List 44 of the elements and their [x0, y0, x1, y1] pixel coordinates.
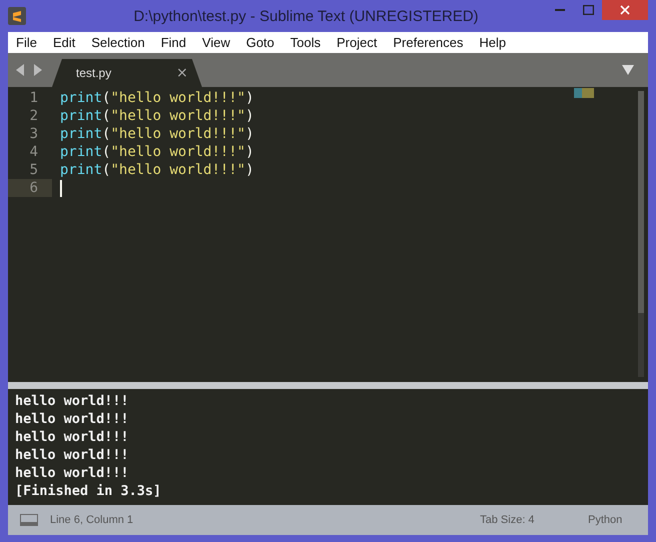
code-line: print("hello world!!!") [59, 143, 254, 161]
app-logo-icon [8, 7, 26, 25]
code-line: print("hello world!!!") [59, 125, 254, 143]
tab-close-button[interactable]: × [176, 65, 188, 81]
line-number: 3 [28, 125, 39, 143]
line-number: 5 [28, 161, 39, 179]
output-line: hello world!!! [15, 464, 130, 482]
menu-item[interactable]: Edit [44, 35, 84, 50]
scrollbar[interactable] [638, 91, 644, 377]
line-number: 4 [28, 143, 39, 161]
output-line: hello world!!! [15, 392, 130, 410]
output-line: hello world!!! [15, 410, 130, 428]
menu-item[interactable]: Selection [83, 35, 153, 50]
window-title: D:\python\test.py - Sublime Text (UNREGISTERED) [132, 8, 480, 24]
menu-item[interactable]: Preferences [385, 35, 472, 50]
file-tab[interactable]: test.py × [52, 59, 202, 87]
menu-item[interactable]: Help [471, 35, 514, 50]
menu-item[interactable]: Project [328, 35, 386, 50]
tab-navigation-icon[interactable] [16, 64, 42, 76]
menu-item[interactable]: File [8, 35, 45, 50]
close-button[interactable] [602, 0, 648, 20]
maximize-icon[interactable] [582, 5, 594, 15]
tab-size-indicator[interactable]: Tab Size: 4 [480, 514, 588, 526]
menu-item[interactable]: View [194, 35, 238, 50]
menu-item[interactable]: Find [152, 35, 194, 50]
output-line: hello world!!! [15, 446, 130, 464]
line-number: 1 [28, 89, 39, 107]
close-icon [620, 5, 630, 15]
line-number: 2 [28, 107, 39, 125]
minimap-drawing[interactable] [574, 87, 596, 99]
line-number: 6 [8, 179, 52, 197]
panel-toggle-icon[interactable] [20, 514, 38, 526]
menu-item[interactable]: Tools [282, 35, 329, 50]
text-cursor [60, 180, 62, 196]
cursor-position: Line 6, Column 1 [50, 514, 134, 526]
menu-item[interactable]: Goto [238, 35, 282, 50]
output-line: [Finished in 3.3s] [15, 482, 162, 500]
code-line: print("hello world!!!") [59, 89, 254, 107]
scrollbar-thumb[interactable] [638, 91, 644, 313]
code-line: print("hello world!!!") [59, 107, 254, 125]
dropdown-icon[interactable] [622, 65, 634, 75]
code-line: print("hello world!!!") [59, 161, 254, 179]
syntax-indicator[interactable]: Python [588, 514, 648, 526]
output-line: hello world!!! [15, 428, 130, 446]
